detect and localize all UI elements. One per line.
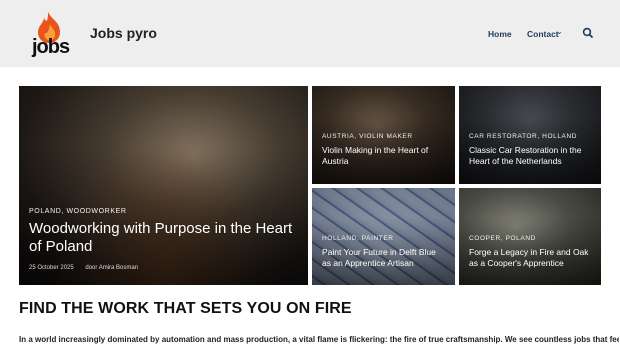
article-tags[interactable]: CAR RESTORATOR, HOLLAND [469,133,577,140]
search-icon[interactable] [582,27,594,39]
featured-author[interactable]: door Amira Bosman [85,265,138,271]
featured-meta: 25 October 2025 door Amira Bosman [29,265,148,271]
article-tags[interactable]: COOPER, POLAND [469,235,536,242]
logo-wordmark: jobs [32,36,70,58]
featured-date: 25 October 2025 [29,265,74,271]
article-title[interactable]: Paint Your Future in Delft Blue as an Ap… [322,247,447,269]
article-card-cooper[interactable]: COOPER, POLAND Forge a Legacy in Fire an… [459,188,601,285]
article-tags[interactable]: HOLLAND, PAINTER [322,235,394,242]
site-title[interactable]: Jobs pyro [90,25,157,41]
chevron-down-icon[interactable]: ⌄ [556,27,563,36]
article-card-car[interactable]: CAR RESTORATOR, HOLLAND Classic Car Rest… [459,86,601,184]
section-heading: FIND THE WORK THAT SETS YOU ON FIRE [19,300,352,317]
featured-article-card[interactable]: POLAND, WOODWORKER Woodworking with Purp… [19,86,308,285]
article-card-violin[interactable]: AUSTRIA, VIOLIN MAKER Violin Making in t… [312,86,455,184]
nav-contact[interactable]: Contact [527,29,559,39]
article-title[interactable]: Classic Car Restoration in the Heart of … [469,145,594,167]
featured-title[interactable]: Woodworking with Purpose in the Heart of… [29,220,299,256]
site-header: jobs Jobs pyro Home Contact ⌄ [0,0,620,67]
article-title[interactable]: Forge a Legacy in Fire and Oak as a Coop… [469,247,594,269]
featured-tags[interactable]: POLAND, WOODWORKER [29,208,127,215]
nav-home[interactable]: Home [488,29,512,39]
jobs-logo[interactable]: jobs [30,10,72,58]
article-card-painter[interactable]: HOLLAND, PAINTER Paint Your Future in De… [312,188,455,285]
article-title[interactable]: Violin Making in the Heart of Austria [322,145,447,167]
article-tags[interactable]: AUSTRIA, VIOLIN MAKER [322,133,413,140]
